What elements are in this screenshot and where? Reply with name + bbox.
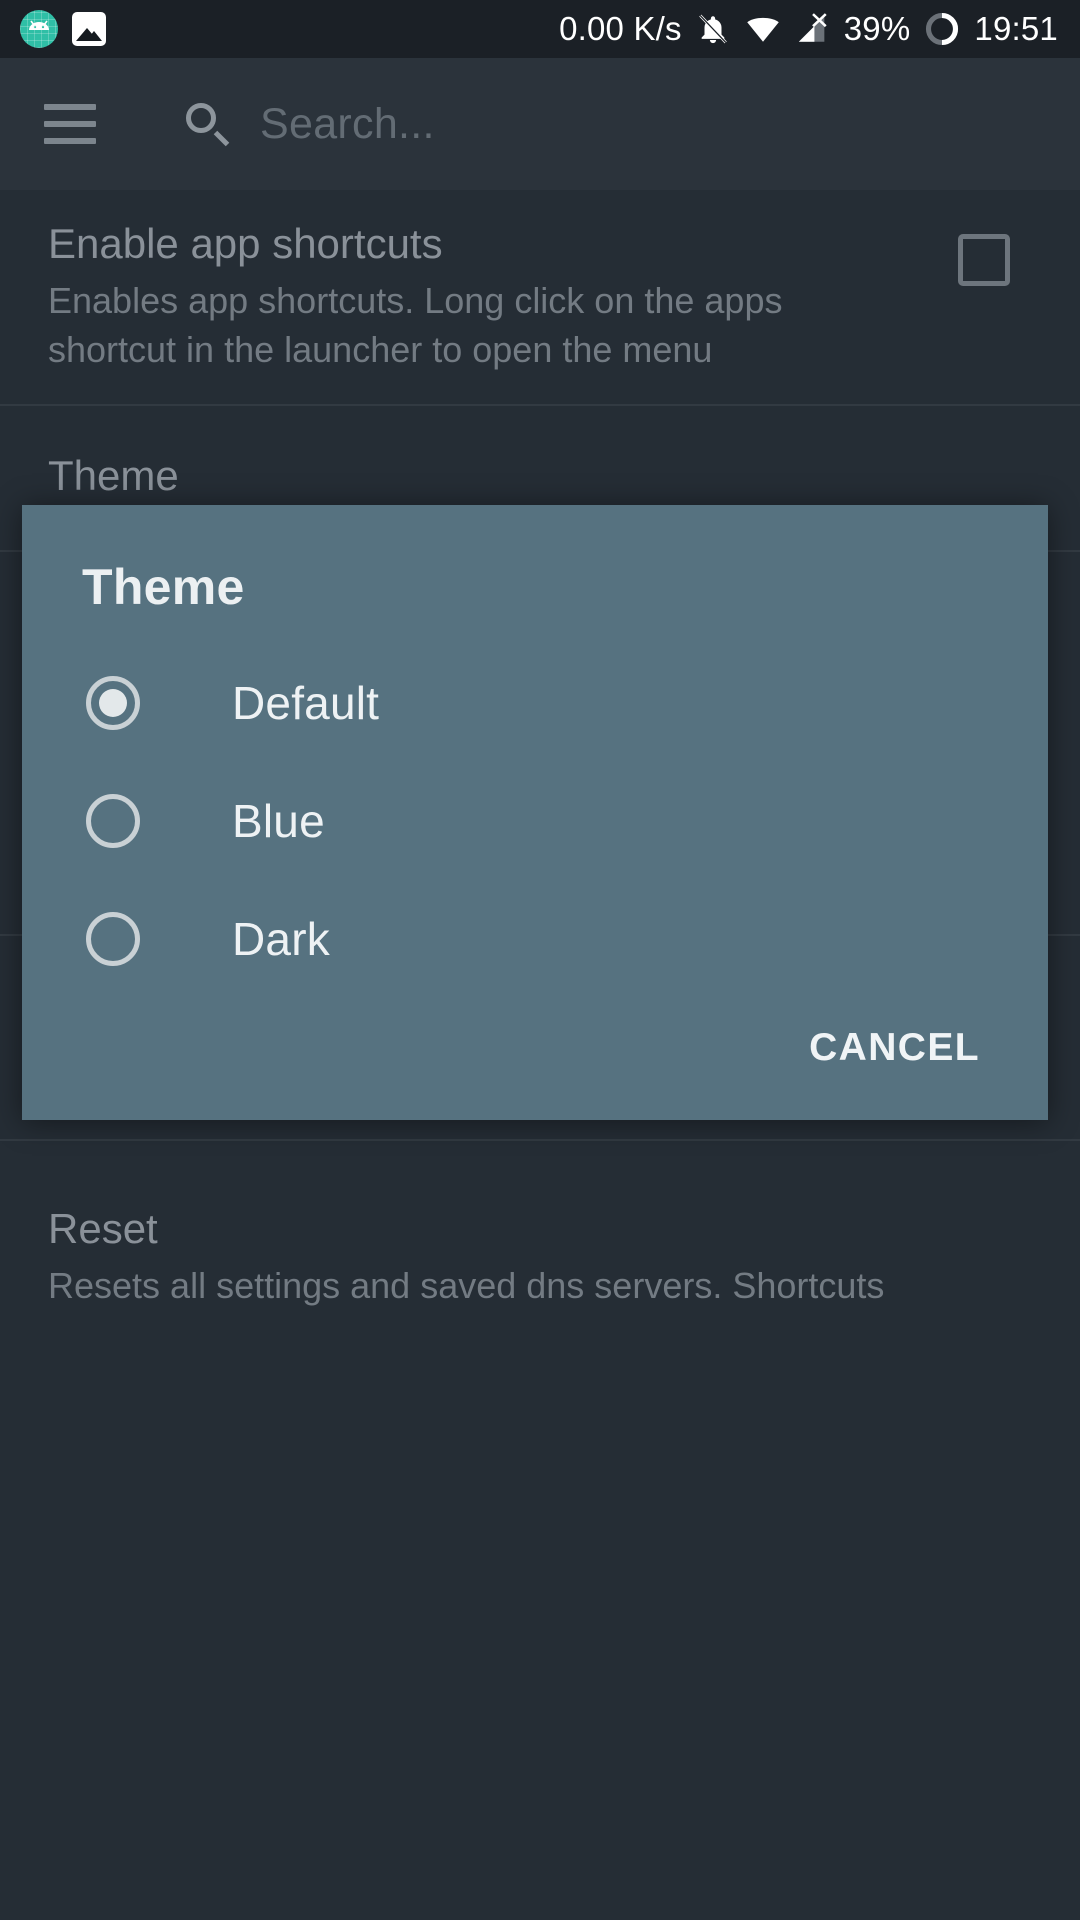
preference-summary: Resets all settings and saved dns server… <box>48 1265 885 1306</box>
wifi-icon <box>747 17 779 42</box>
radio-button-blue[interactable] <box>86 794 140 848</box>
search-icon-handle <box>213 130 230 147</box>
signal-no-sim-icon <box>798 13 827 42</box>
battery-percent-label: 39% <box>843 10 911 47</box>
preference-enable-app-shortcuts[interactable]: Enable app shortcuts Enables app shortcu… <box>0 190 1080 404</box>
preference-title: Reset <box>48 1205 158 1252</box>
theme-dialog: Theme Default Blue Dark CANCEL <box>22 505 1048 1120</box>
theme-option-label: Default <box>232 677 380 729</box>
theme-option-dark[interactable]: Dark <box>22 880 1048 998</box>
hamburger-bar-1 <box>44 104 96 110</box>
cancel-button[interactable]: CANCEL <box>789 1012 1000 1084</box>
theme-option-label: Blue <box>232 795 325 847</box>
theme-option-default[interactable]: Default <box>22 644 1048 762</box>
theme-radio-group: Default Blue Dark <box>22 644 1048 998</box>
hamburger-menu-icon[interactable] <box>44 104 96 144</box>
search-bar[interactable]: Search... <box>184 100 435 149</box>
phone-screen: 0.00 K/s 39% 19:51 Search... Enable app … <box>0 0 1080 1920</box>
search-input[interactable]: Search... <box>260 100 435 149</box>
theme-option-label: Dark <box>232 913 330 965</box>
dialog-title: Theme <box>82 559 245 615</box>
preference-reset[interactable]: Reset Resets all settings and saved dns … <box>0 1141 1080 1340</box>
preference-title: Enable app shortcuts <box>48 220 443 267</box>
status-bar-notification-icons <box>20 10 106 48</box>
enable-app-shortcuts-checkbox[interactable] <box>958 234 1010 286</box>
bell-muted-icon <box>698 14 727 44</box>
search-icon[interactable] <box>184 101 230 147</box>
search-icon-lens <box>186 103 216 133</box>
radio-button-dark[interactable] <box>86 912 140 966</box>
preference-title: Theme <box>48 452 179 499</box>
android-icon-grid <box>20 10 58 48</box>
clock-label: 19:51 <box>974 10 1058 47</box>
preference-summary: Enables app shortcuts. Long click on the… <box>48 280 783 370</box>
app-toolbar: Search... <box>0 58 1080 190</box>
status-bar-system-icons: 0.00 K/s 39% 19:51 <box>559 10 1058 48</box>
hamburger-bar-2 <box>44 121 96 127</box>
battery-circle-icon <box>926 12 959 46</box>
radio-button-default[interactable] <box>86 676 140 730</box>
theme-option-blue[interactable]: Blue <box>22 762 1048 880</box>
hamburger-bar-3 <box>44 138 96 144</box>
status-bar: 0.00 K/s 39% 19:51 <box>0 0 1080 58</box>
android-icon <box>20 10 58 48</box>
dialog-actions: CANCEL <box>789 1012 1000 1084</box>
image-icon <box>72 12 106 46</box>
network-speed-label: 0.00 K/s <box>559 10 682 47</box>
